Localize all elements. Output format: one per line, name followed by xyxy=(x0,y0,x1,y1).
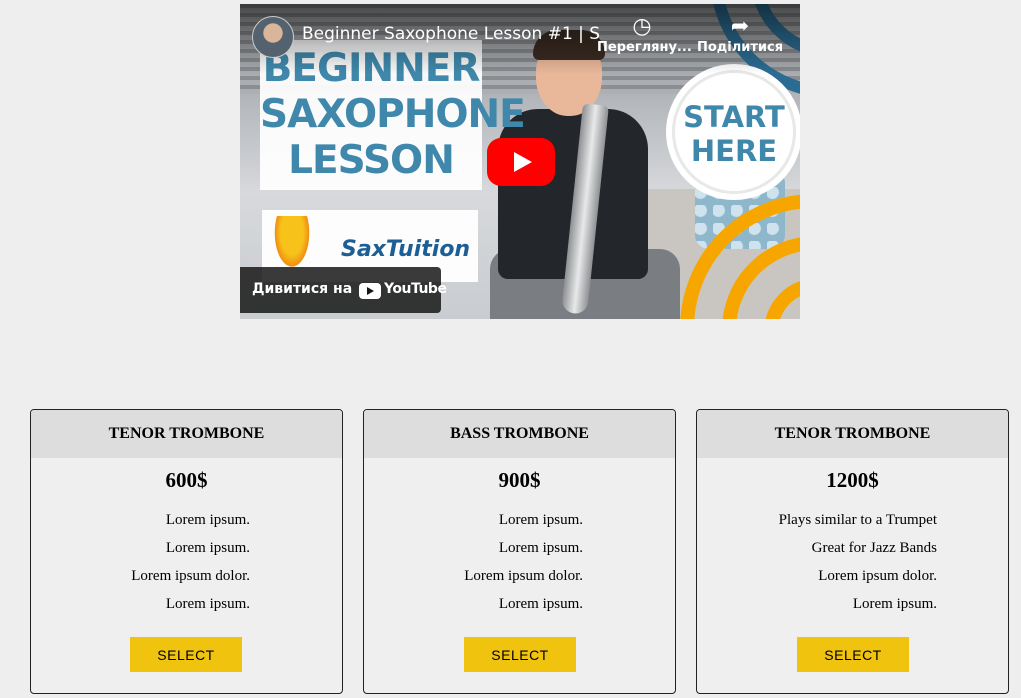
feature-list: Lorem ipsum. Lorem ipsum. Lorem ipsum do… xyxy=(31,510,250,622)
feature-item: Lorem ipsum. xyxy=(498,512,583,528)
watch-later-label: Перегляну... xyxy=(597,40,692,55)
thumbnail-title-line: LESSON xyxy=(288,138,455,183)
watch-later-button[interactable]: ◷ Перегляну... xyxy=(597,14,692,55)
card-price: 600$ xyxy=(165,468,208,492)
feature-item: Lorem ipsum. xyxy=(165,512,250,528)
feature-item: Lorem ipsum. xyxy=(165,540,250,556)
pricing-card: TENOR TROMBONE 600$ Lorem ipsum. Lorem i… xyxy=(30,409,343,694)
thumbnail-brand: SaxTuition xyxy=(341,237,471,262)
watch-on-youtube-button[interactable]: Дивитися на YouTube xyxy=(240,267,447,313)
feature-item: Great for Jazz Bands xyxy=(811,540,937,556)
play-button[interactable] xyxy=(487,138,555,186)
video-embed[interactable]: BEGINNER SAXOPHONE LESSON SaxTuition STA… xyxy=(240,4,800,319)
select-button[interactable]: SELECT xyxy=(464,637,576,672)
share-label: Поділитися xyxy=(696,40,784,55)
saxtuition-logo-icon xyxy=(272,216,312,272)
youtube-label: YouTube xyxy=(384,281,447,297)
card-title: BASS TROMBONE xyxy=(364,410,675,458)
share-icon: ➦ xyxy=(730,14,750,39)
watch-on-label: Дивитися на xyxy=(252,281,353,297)
clock-icon: ◷ xyxy=(632,14,652,39)
card-price: 900$ xyxy=(498,468,541,492)
share-button[interactable]: ➦ Поділитися xyxy=(695,14,785,55)
feature-item: Lorem ipsum. xyxy=(498,596,583,612)
feature-item: Lorem ipsum dolor. xyxy=(131,568,250,584)
thumbnail-badge-line: START xyxy=(683,100,785,134)
youtube-logo-icon xyxy=(359,283,381,299)
feature-item: Lorem ipsum. xyxy=(165,596,250,612)
feature-item: Lorem ipsum. xyxy=(498,540,583,556)
feature-item: Lorem ipsum dolor. xyxy=(464,568,583,584)
feature-list: Lorem ipsum. Lorem ipsum. Lorem ipsum do… xyxy=(364,510,583,622)
channel-avatar[interactable] xyxy=(252,16,294,58)
card-title: TENOR TROMBONE xyxy=(31,410,342,458)
card-title: TENOR TROMBONE xyxy=(697,410,1008,458)
thumbnail-badge-line: HERE xyxy=(690,134,778,168)
thumbnail-title-line: SAXOPHONE xyxy=(260,92,526,137)
card-price: 1200$ xyxy=(826,468,879,492)
pricing-card: TENOR TROMBONE 1200$ Plays similar to a … xyxy=(696,409,1009,694)
feature-item: Lorem ipsum. xyxy=(852,596,937,612)
pricing-card: BASS TROMBONE 900$ Lorem ipsum. Lorem ip… xyxy=(363,409,676,694)
video-title[interactable]: Beginner Saxophone Lesson #1 | S... xyxy=(302,24,602,44)
feature-item: Plays similar to a Trumpet xyxy=(778,512,937,528)
feature-item: Lorem ipsum dolor. xyxy=(818,568,937,584)
select-button[interactable]: SELECT xyxy=(130,637,242,672)
feature-list: Plays similar to a Trumpet Great for Jaz… xyxy=(697,510,937,622)
select-button[interactable]: SELECT xyxy=(797,637,909,672)
